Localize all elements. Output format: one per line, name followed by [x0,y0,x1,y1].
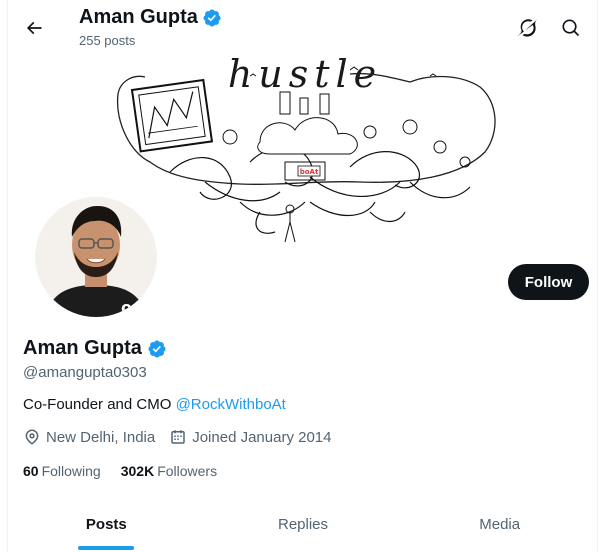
profile-bio: Co-Founder and CMO @RockWithboAt [23,396,286,413]
banner-image[interactable]: hustle boAt [110,52,500,252]
back-button[interactable] [18,12,50,44]
calendar-icon [171,430,185,444]
verified-badge-icon[interactable] [147,339,167,359]
avatar-photo: oAt [35,197,157,317]
top-header: Aman Gupta 255 posts [0,0,605,56]
tab-media[interactable]: Media [401,496,598,552]
profile-handle: @amangupta0303 [23,364,147,381]
location-text: New Delhi, India [46,428,156,446]
grok-button[interactable] [511,12,543,44]
follow-stats: 60 Following 302K Followers [23,463,217,479]
avatar[interactable]: oAt [35,165,157,317]
profile-name-row: Aman Gupta [23,337,167,360]
following-link[interactable]: 60 Following [23,463,101,479]
verified-badge-icon [203,8,221,27]
tab-replies[interactable]: Replies [205,496,402,552]
tab-label: Posts [85,515,127,533]
active-tab-indicator [78,546,135,550]
tab-label: Media [479,515,521,533]
location-pin-icon [25,429,39,445]
joined-item: Joined January 2014 [169,428,332,446]
tab-label: Replies [277,515,329,533]
location-item: New Delhi, India [23,428,155,446]
following-label: Following [41,463,101,479]
search-button[interactable] [555,12,587,44]
followers-count: 302K [120,463,155,479]
followers-link[interactable]: 302K Followers [121,463,217,479]
joined-text: Joined January 2014 [192,428,332,446]
search-icon [562,19,580,37]
posts-count: 255 posts [79,33,136,48]
profile-meta: New Delhi, India Joined January 2014 [23,428,346,446]
bio-mention-link[interactable]: @RockWithboAt [176,396,286,413]
arrow-left-icon [26,21,42,35]
followers-label: Followers [157,463,218,479]
profile-name: Aman Gupta [23,337,142,359]
header-title: Aman Gupta [79,6,222,29]
profile-tabs: Posts Replies Media [8,496,598,552]
grok-icon [517,19,537,37]
following-count: 60 [23,463,39,479]
bio-text: Co-Founder and CMO [23,396,176,413]
header-name: Aman Gupta [79,6,198,28]
follow-button[interactable]: Follow [508,264,589,300]
tab-posts[interactable]: Posts [8,496,205,552]
svg-text:boAt: boAt [300,168,319,176]
